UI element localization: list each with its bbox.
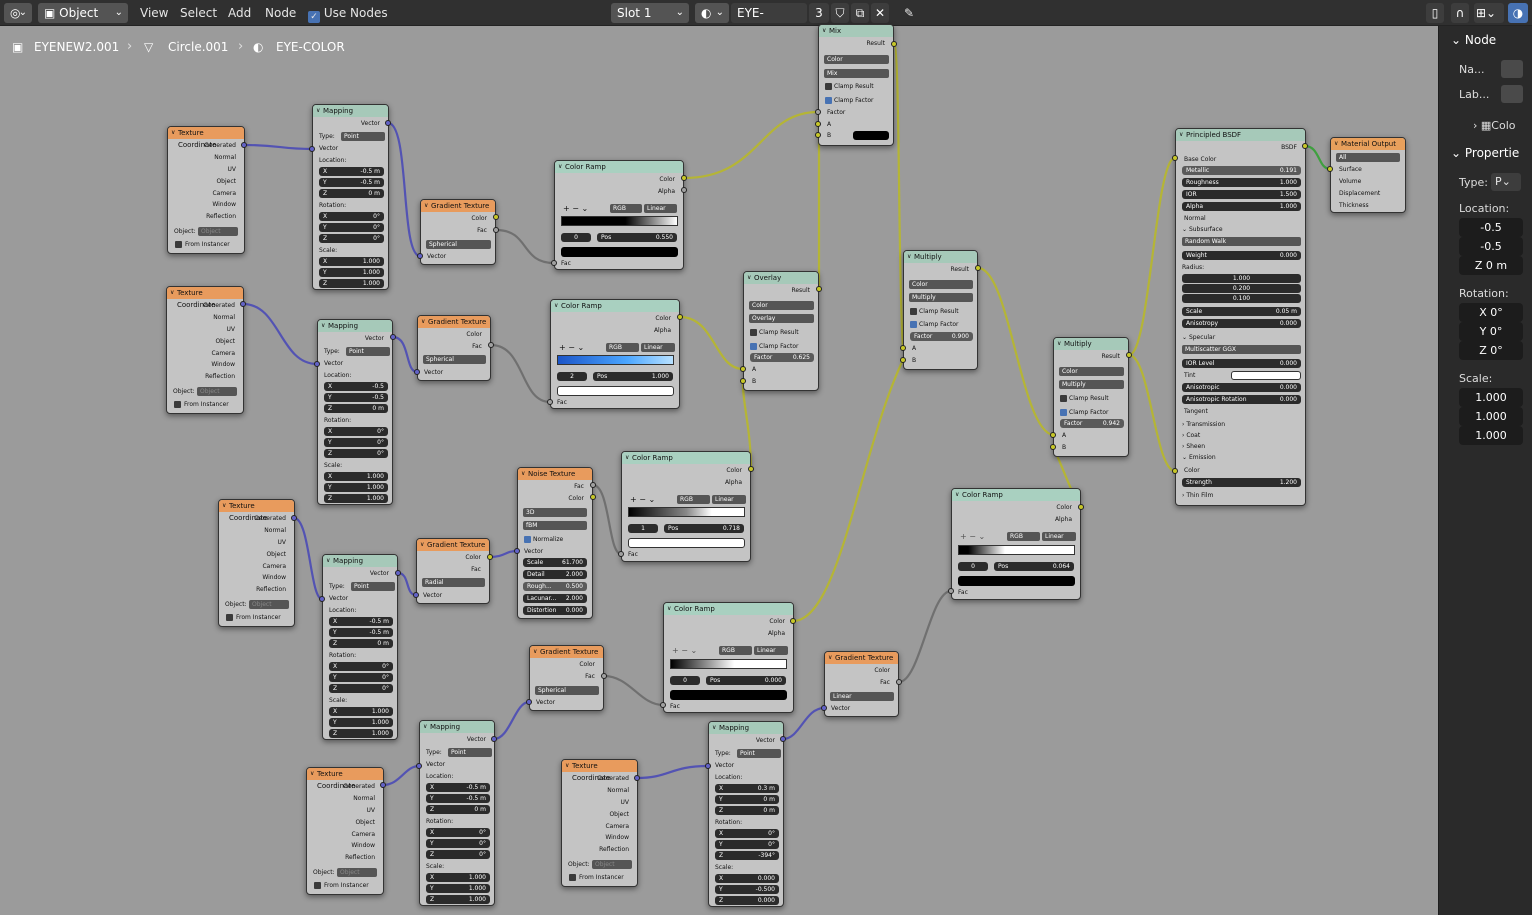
chevron-right-icon: ›: [238, 39, 244, 54]
ramp-stop-color[interactable]: [670, 690, 787, 700]
link-noise-ramp3: [592, 483, 622, 556]
color-ramp-gradient[interactable]: [557, 355, 674, 365]
link-multiply2-basecolor: [1128, 156, 1176, 357]
node-color-ramp[interactable]: Color Ramp Color Alpha + − ⌄ RGB Linear …: [621, 451, 751, 562]
node-section-header[interactable]: ⌄ Node: [1451, 33, 1532, 47]
from-instancer-checkbox[interactable]: [569, 874, 576, 881]
node-gradient-texture[interactable]: Gradient Texture Color Fac Linear Vector: [824, 651, 899, 717]
color-ramp-gradient[interactable]: [958, 545, 1075, 555]
link-map1-grad1: [387, 121, 421, 258]
color-ramp-gradient[interactable]: [561, 216, 678, 226]
name-field-icon[interactable]: [1501, 60, 1523, 78]
checkbox-checked-icon[interactable]: [524, 536, 531, 543]
link-grad1-ramp1: [495, 228, 555, 265]
object-picker[interactable]: Object: [337, 868, 377, 877]
from-instancer-checkbox[interactable]: [175, 241, 182, 248]
node-multiply[interactable]: Multiply Result Color Multiply Clamp Res…: [903, 250, 978, 370]
tint-color[interactable]: [1231, 371, 1301, 380]
checkbox-checked-icon[interactable]: [1060, 409, 1067, 416]
node-mapping[interactable]: Mapping Vector Type: Point Vector Locati…: [322, 554, 398, 740]
link-ramp2-overlay: [679, 315, 744, 371]
chevron-right-icon: ›: [127, 39, 133, 54]
link-mix-multiply1: [892, 42, 905, 349]
node-texture-coordinate[interactable]: Texture Coordinate Generated Normal UV O…: [218, 499, 295, 627]
node-gradient-texture[interactable]: Gradient Texture Color Fac Spherical Vec…: [417, 315, 491, 381]
mix-b-color[interactable]: [853, 131, 889, 140]
object-picker[interactable]: Object: [249, 600, 289, 609]
node-gradient-texture[interactable]: Gradient Texture Color Fac Spherical Vec…: [529, 645, 604, 711]
link-grad5-ramp5: [898, 589, 952, 684]
node-color-ramp[interactable]: Color Ramp Color Alpha + − ⌄ RGB Linear …: [951, 488, 1081, 600]
node-mapping[interactable]: Mapping Vector Type: Point Vector Locati…: [317, 319, 393, 505]
ramp-controls[interactable]: + − ⌄: [563, 204, 588, 213]
link-grad4-ramp4: [603, 674, 664, 707]
mesh-icon: ▽: [144, 40, 154, 54]
node-mapping[interactable]: Mapping Vector Type: Point Vector Locati…: [708, 721, 784, 907]
breadcrumb-mesh: Circle.001: [168, 40, 229, 54]
link-tc2-map2: [242, 302, 318, 366]
material-icon: ◐: [253, 40, 264, 54]
checkbox-checked-icon[interactable]: [910, 321, 917, 328]
node-principled-bsdf[interactable]: Principled BSDF BSDF Base Color Metallic…: [1175, 128, 1306, 506]
link-map2-grad2: [392, 335, 418, 374]
link-tc4-map4: [382, 764, 420, 787]
link-ramp1-mix: [683, 110, 819, 180]
object-picker[interactable]: Object: [592, 860, 632, 869]
color-ramp-gradient[interactable]: [628, 507, 745, 517]
checkbox-checked-icon[interactable]: [750, 343, 757, 350]
overlay-dropdown-icon[interactable]: ⊞⌄: [1474, 3, 1504, 23]
node-texture-coordinate[interactable]: Texture Coordinate Generated Normal UV O…: [306, 767, 384, 895]
from-instancer-checkbox[interactable]: [314, 882, 321, 889]
node-noise-texture[interactable]: Noise Texture Fac Color 3D fBM Normalize…: [517, 467, 593, 619]
object-picker[interactable]: Object: [198, 227, 238, 236]
from-instancer-checkbox[interactable]: [174, 401, 181, 408]
node-gradient-texture[interactable]: Gradient Texture Color Fac Radial Vector: [416, 538, 490, 604]
node-overlay[interactable]: Overlay Result Color Overlay Clamp Resul…: [743, 271, 819, 391]
node-texture-coordinate[interactable]: Texture Coordinate Generated Normal UV O…: [167, 126, 245, 254]
node-gradient-texture[interactable]: Gradient Texture Color Fac Spherical Vec…: [420, 199, 496, 265]
node-texture-coordinate[interactable]: Texture Coordinate Generated Normal UV O…: [561, 759, 638, 887]
color-subpanel[interactable]: › ▦Colo: [1473, 119, 1516, 132]
snap-icon[interactable]: ∩: [1451, 3, 1469, 23]
object-icon: ▣: [12, 40, 24, 54]
link-ramp4-multiply1: [792, 359, 904, 623]
gizmo-icon[interactable]: ◑: [1508, 3, 1528, 23]
breadcrumb-object: EYENEW2.001: [34, 40, 120, 54]
properties-section-header[interactable]: ⌄ Propertie: [1451, 146, 1532, 160]
link-grad2-ramp2: [490, 343, 551, 404]
node-mix[interactable]: Mix Result Color Mix Clamp Result Clamp …: [818, 24, 894, 146]
node-texture-coordinate[interactable]: Texture Coordinate Generated Normal UV O…: [166, 286, 244, 414]
label-field-icon[interactable]: [1501, 85, 1523, 103]
ramp-stop-color[interactable]: [958, 576, 1075, 586]
link-bsdf-output: [1304, 144, 1331, 171]
ramp-stop-color[interactable]: [557, 386, 674, 396]
sidebar-panel: ⌄ Node Na... Lab... › ▦Colo ⌄ Propertie …: [1438, 26, 1532, 915]
gradient-type-dropdown[interactable]: Spherical: [426, 240, 491, 249]
breadcrumb-material: EYE-COLOR: [276, 40, 345, 54]
node-color-ramp[interactable]: Color Ramp Color Alpha + − ⌄ RGB Linear …: [554, 160, 684, 270]
link-map4-grad4: [493, 700, 530, 741]
node-mapping[interactable]: Mapping Vector Type: Point Vector Locati…: [312, 104, 389, 290]
node-multiply[interactable]: Multiply Result Color Multiply Clamp Res…: [1053, 337, 1129, 457]
node-color-ramp[interactable]: Color Ramp Color Alpha + − ⌄ RGB Linear …: [663, 602, 794, 713]
object-picker[interactable]: Object: [197, 387, 237, 396]
type-dropdown[interactable]: P⌄: [1491, 173, 1521, 191]
ramp-stop-color[interactable]: [561, 247, 678, 257]
mapping-type-dropdown[interactable]: Point: [341, 132, 385, 141]
node-mapping[interactable]: Mapping Vector Type: Point Vector Locati…: [419, 720, 495, 906]
node-material-output[interactable]: Material Output All Surface Volume Displ…: [1330, 137, 1406, 213]
link-multiply1-multiply2: [977, 266, 1054, 437]
from-instancer-checkbox[interactable]: [226, 614, 233, 621]
link-tc5-map5: [636, 764, 709, 780]
link-tc3-map3: [293, 516, 323, 601]
checkbox-checked-icon[interactable]: [825, 97, 832, 104]
link-multiply2-emission: [1128, 353, 1176, 473]
node-color-ramp[interactable]: Color Ramp Color Alpha + − ⌄ RGB Linear …: [550, 299, 680, 409]
link-grad3-noise: [489, 549, 518, 559]
link-tc1-map1: [243, 143, 313, 151]
ramp-stop-color[interactable]: [628, 538, 745, 548]
color-ramp-gradient[interactable]: [670, 659, 787, 669]
